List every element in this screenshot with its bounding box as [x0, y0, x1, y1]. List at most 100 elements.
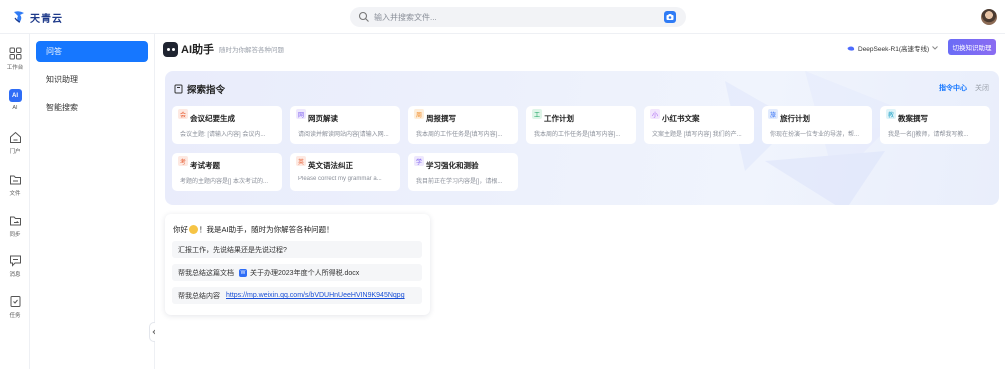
subnav-item-knowledge-assistant[interactable]: 知识助理 [36, 69, 148, 90]
rail-label: 同步 [9, 232, 21, 238]
card-tag: 小 [650, 109, 660, 119]
command-card[interactable]: 考 考试考题 考题的主题内容是[] 本次考试的... [172, 153, 282, 191]
suggestion-item[interactable]: 帮我总结内容 https://mp.weixin.qq.com/s/bVDUHn… [172, 287, 422, 304]
command-card[interactable]: 周 周报撰写 我本周的工作任务是[填写内容]... [408, 106, 518, 144]
command-card[interactable]: 教 教案撰写 我是一名[]教师，请帮我写教... [880, 106, 990, 144]
suggestion-item[interactable]: 帮我总结这篇文档 W 关于办理2023年度个人所得税.docx [172, 264, 422, 281]
image-search-button[interactable] [664, 11, 676, 23]
ai-icon: AI [8, 89, 22, 102]
card-title: 周报撰写 [426, 114, 456, 123]
model-selector[interactable]: DeepSeek-R1(高速专线) [847, 43, 939, 53]
rail-item-files[interactable]: 文件 [0, 173, 30, 197]
card-title: 学习强化和测验 [426, 161, 479, 170]
suggestion-item[interactable]: 汇报工作，先说结果还是先说过程? [172, 241, 422, 258]
book-icon [174, 84, 183, 94]
card-title: 会议纪要生成 [190, 114, 235, 123]
card-tag: 教 [886, 109, 896, 119]
rail-label: 任务 [9, 313, 21, 319]
user-avatar[interactable] [981, 9, 997, 25]
document-name: 关于办理2023年度个人所得税.docx [250, 269, 360, 277]
chevron-down-icon [932, 46, 939, 50]
command-card[interactable]: 工 工作计划 我本周的工作任务是[填写内容]... [526, 106, 636, 144]
subnav-item-qa[interactable]: 问答 [36, 41, 148, 62]
card-title: 教案撰写 [898, 114, 928, 123]
card-description: 会议主题: [请输入内容] 会议内... [180, 132, 266, 138]
task-icon [10, 296, 20, 307]
suggestion-text: 帮我总结内容 [178, 292, 220, 300]
card-title: 工作计划 [544, 114, 574, 123]
sub-navigation: 问答 知识助理 智能搜索 [30, 34, 155, 369]
command-card[interactable]: 学 学习强化和测验 我目前正在学习内容是[]，请根... [408, 153, 518, 191]
camera-icon [666, 14, 674, 20]
top-bar: 天青云 [0, 0, 1005, 34]
explore-links: 指令中心 关闭 [939, 83, 989, 93]
command-card[interactable]: 网 网页解读 请阅读并解读网站内容[请输入网... [290, 106, 400, 144]
card-description: 你现在扮演一位专业的导游，帮... [770, 132, 860, 138]
command-card[interactable]: 旅 旅行计划 你现在扮演一位专业的导游，帮... [762, 106, 872, 144]
model-name: DeepSeek-R1(高速专线) [858, 46, 930, 53]
rail-label: 门户 [9, 149, 21, 155]
chat-welcome-card: 你好 ！我是AI助手，随时为你解答各种问题！ 汇报工作，先说结果还是先说过程? … [165, 214, 430, 315]
card-tag: 英 [296, 156, 306, 166]
card-description: 我本周的工作任务是[填写内容]... [416, 132, 503, 138]
icon-rail: 工作台 AI AI 门户 文件 同步 消息 任务 [0, 34, 30, 369]
card-description: 我是一名[]教师，请帮我写教... [888, 132, 969, 138]
deepseek-whale-icon [847, 45, 855, 51]
card-title: 旅行计划 [780, 114, 810, 123]
search-bar[interactable] [350, 7, 686, 27]
command-card[interactable]: 小 小红书文案 文案主题是 [填写内容] 我们的产... [644, 106, 754, 144]
page-title: AI助手 [181, 44, 214, 56]
rail-item-portal[interactable]: 门户 [0, 131, 30, 155]
wave-hand-icon [189, 225, 198, 234]
card-title: 考试考题 [190, 161, 220, 170]
assistant-header: AI助手 随时为你解答各种问题 [163, 39, 284, 59]
sync-folder-icon [9, 216, 21, 226]
greeting-text: ！我是AI助手，随时为你解答各种问题！ [199, 225, 334, 234]
folder-icon [9, 175, 21, 185]
suggestion-text: 汇报工作，先说结果还是先说过程? [178, 246, 287, 254]
rail-item-messages[interactable]: 消息 [0, 254, 30, 278]
rail-item-sync[interactable]: 同步 [0, 214, 30, 238]
card-tag: 工 [532, 109, 542, 119]
robot-icon [163, 41, 178, 57]
card-description: Please correct my grammar a... [298, 176, 382, 182]
subnav-item-smart-search[interactable]: 智能搜索 [36, 97, 148, 118]
suggestion-text: 帮我总结这篇文档 [178, 269, 234, 277]
close-link[interactable]: 关闭 [975, 83, 989, 93]
card-description: 文案主题是 [填写内容] 我们的产... [652, 132, 742, 138]
main-content: AI助手 随时为你解答各种问题 DeepSeek-R1(高速专线) 切换知识助理… [155, 34, 1005, 369]
page-subtitle: 随时为你解答各种问题 [219, 47, 284, 54]
rail-label: 消息 [9, 272, 21, 278]
explore-title-text: 探索指令 [187, 85, 226, 96]
rail-label: 文件 [9, 191, 21, 197]
switch-knowledge-assistant-button[interactable]: 切换知识助理 [948, 39, 996, 55]
rail-item-ai[interactable]: AI AI [0, 89, 30, 111]
logo-icon [14, 11, 24, 23]
card-tag: 会 [178, 109, 188, 119]
home-icon [9, 131, 21, 143]
rail-label: 工作台 [6, 65, 24, 71]
card-title: 小红书文案 [662, 114, 700, 123]
logo-text: 天青云 [30, 13, 63, 25]
card-title: 英文语法纠正 [308, 161, 353, 170]
search-icon [358, 11, 369, 22]
rail-label: AI [12, 105, 18, 111]
explore-title: 探索指令 [174, 82, 225, 96]
card-description: 考题的主题内容是[] 本次考试的... [180, 179, 269, 185]
rail-item-tasks[interactable]: 任务 [0, 295, 30, 319]
app-logo[interactable]: 天青云 [11, 9, 63, 25]
rail-item-workbench[interactable]: 工作台 [0, 47, 30, 71]
suggestion-url-link[interactable]: https://mp.weixin.qq.com/s/bVDUHnUeeHVIN… [226, 292, 405, 299]
search-input[interactable] [374, 9, 654, 25]
command-card[interactable]: 英 英文语法纠正 Please correct my grammar a... [290, 153, 400, 191]
grid-icon [9, 47, 21, 60]
card-tag: 网 [296, 109, 306, 119]
command-center-link[interactable]: 指令中心 [939, 83, 967, 93]
card-description: 我本周的工作任务是[填写内容]... [534, 132, 621, 138]
command-card[interactable]: 会 会议纪要生成 会议主题: [请输入内容] 会议内... [172, 106, 282, 144]
card-tag: 学 [414, 156, 424, 166]
message-icon [9, 255, 21, 267]
card-tag: 周 [414, 109, 424, 119]
card-description: 我目前正在学习内容是[]，请根... [416, 179, 503, 185]
card-description: 请阅读并解读网站内容[请输入网... [298, 132, 389, 138]
